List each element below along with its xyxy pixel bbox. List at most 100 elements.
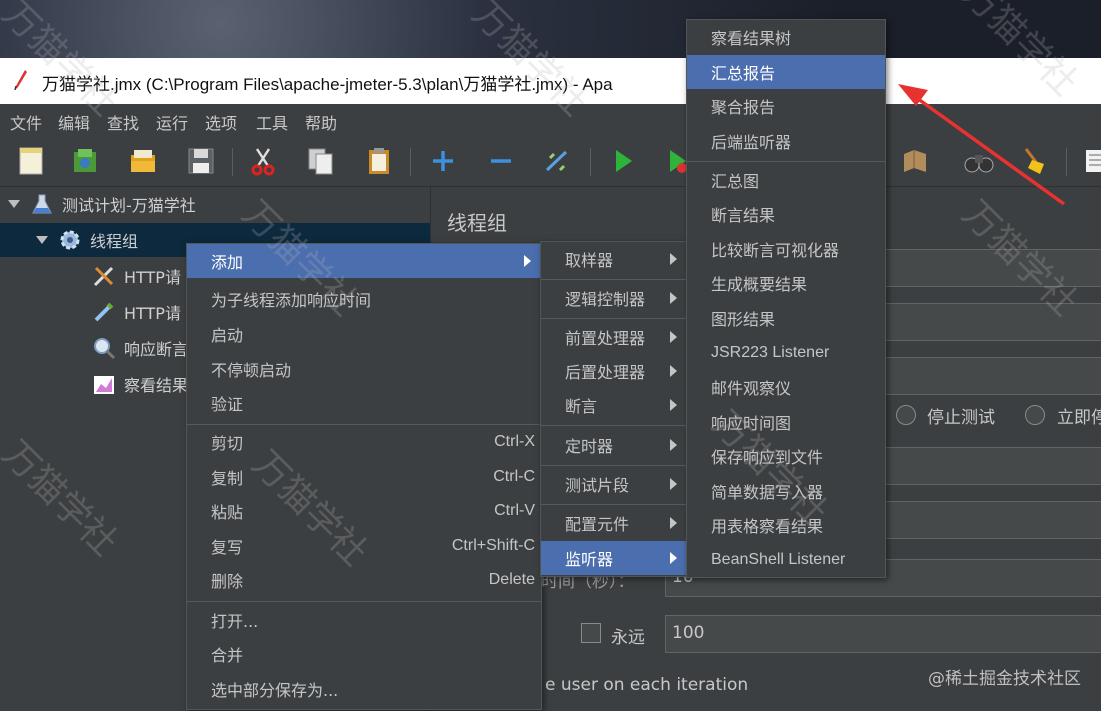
listener-simple-data-writer[interactable]: 简单数据写入器 [687,474,885,508]
listener-summary-graph[interactable]: 汇总图 [687,163,885,197]
menu-item-cut[interactable]: 剪切 Ctrl-X [187,425,541,459]
paste-button[interactable] [362,144,396,178]
menu-file[interactable]: 文件 [10,110,42,134]
submenu-item-pre-processor[interactable]: 前置处理器 [541,320,687,354]
submenu-arrow-icon [524,255,531,267]
chart-icon [94,376,114,394]
listener-backend[interactable]: 后端监听器 [687,124,885,158]
listener-view-results-table[interactable]: 用表格察看结果 [687,508,885,542]
listener-mailer[interactable]: 邮件观察仪 [687,370,885,404]
menu-item-delete[interactable]: 删除 Delete [187,563,541,597]
menu-search[interactable]: 查找 [107,110,139,134]
collapse-all-button[interactable] [484,144,518,178]
listener-aggregate-report[interactable]: 聚合报告 [687,89,885,123]
tree-node-http-2[interactable]: HTTP请 [92,295,181,329]
jmeter-feather-icon [14,70,27,91]
new-file-button[interactable] [14,144,48,178]
tree-node-view-results[interactable]: 察看结果 [92,367,188,401]
menu-help[interactable]: 帮助 [305,110,337,134]
listener-assertion-results[interactable]: 断言结果 [687,197,885,231]
stop-now-radio[interactable] [1025,405,1045,425]
forever-checkbox[interactable] [581,623,601,643]
tree-node-http-1[interactable]: HTTP请 [92,259,181,293]
menu-item-open[interactable]: 打开... [187,603,541,637]
http-request-label: HTTP请 [124,304,181,323]
save-button[interactable] [184,144,218,178]
same-user-label: e user on each iteration [545,675,749,695]
submenu-item-config-element[interactable]: 配置元件 [541,506,687,540]
source-credit: @稀土掘金技术社区 [928,669,1081,689]
submenu-item-logic-controller[interactable]: 逻辑控制器 [541,281,687,315]
open-button[interactable] [126,144,160,178]
listener-beanshell[interactable]: BeanShell Listener [687,543,885,577]
listener-comparison-visualizer[interactable]: 比较断言可视化器 [687,232,885,266]
desktop-background [0,0,1101,58]
copy-icon [308,148,333,175]
listener-view-results-tree[interactable]: 察看结果树 [687,20,885,54]
listener-response-time-graph[interactable]: 响应时间图 [687,405,885,439]
save-disk-icon [188,148,214,174]
menu-options[interactable]: 选项 [205,110,237,134]
menu-item-copy[interactable]: 复制 Ctrl-C [187,460,541,494]
annotation-arrow-icon [898,84,1066,206]
tree-node-response-assertion[interactable]: 响应断言 [92,331,188,365]
listener-submenu: 察看结果树 汇总报告 聚合报告 后端监听器 汇总图 断言结果 比较断言可视化器 … [686,19,886,578]
listener-jsr223[interactable]: JSR223 Listener [687,336,885,370]
templates-icon [74,149,96,172]
menu-run[interactable]: 运行 [156,110,188,134]
add-submenu: 取样器 逻辑控制器 前置处理器 后置处理器 断言 定时器 测试片段 配置元件 监… [540,241,688,577]
window-title: 万猫学社.jmx (C:\Program Files\apache-jmeter… [42,75,613,94]
menu-tools[interactable]: 工具 [256,110,288,134]
expand-arrow-icon[interactable] [8,200,20,208]
open-folder-icon [131,150,155,172]
forever-label: 永远 [611,628,645,648]
listener-save-responses[interactable]: 保存响应到文件 [687,439,885,473]
submenu-item-listener[interactable]: 监听器 [541,541,687,575]
templates-button[interactable] [68,144,102,178]
submenu-item-sampler[interactable]: 取样器 [541,242,687,276]
menu-item-add[interactable]: 添加 [187,244,541,278]
menu-item-merge[interactable]: 合并 [187,637,541,671]
expand-all-button[interactable] [426,144,460,178]
submenu-item-assertion[interactable]: 断言 [541,388,687,422]
expand-arrow-icon[interactable] [36,236,48,244]
test-plan-label: 测试计划-万猫学社 [62,196,196,215]
cut-button[interactable] [246,144,280,178]
magnifier-icon [94,338,116,360]
thread-group-label: 线程组 [90,232,139,251]
submenu-item-post-processor[interactable]: 后置处理器 [541,354,687,388]
stop-now-label: 立即停 [1057,408,1101,428]
submenu-item-test-fragment[interactable]: 测试片段 [541,467,687,501]
menu-item-add-response-time[interactable]: 为子线程添加响应时间 [187,282,541,316]
menu-item-start[interactable]: 启动 [187,317,541,351]
panel-title: 线程组 [447,211,507,235]
menu-item-save-selection-as[interactable]: 选中部分保存为... [187,672,541,706]
submenu-item-timer[interactable]: 定时器 [541,428,687,462]
start-button[interactable] [606,144,640,178]
listener-summary-report[interactable]: 汇总报告 [687,55,885,89]
menu-item-paste[interactable]: 粘贴 Ctrl-V [187,494,541,528]
gear-icon [60,230,80,250]
copy-button[interactable] [304,144,338,178]
menu-item-duplicate[interactable]: 复写 Ctrl+Shift-C [187,529,541,563]
toggle-wand-icon [545,150,568,172]
context-menu: 添加 为子线程添加响应时间 启动 不停顿启动 验证 剪切 Ctrl-X 复制 Ctr… [186,243,542,710]
pipette-icon [94,302,114,322]
tree-node-test-plan[interactable]: 测试计划-万猫学社 [8,187,428,221]
view-results-label: 察看结果 [124,376,189,395]
menu-item-start-no-pause[interactable]: 不停顿启动 [187,352,541,386]
sampler-tools-icon [93,266,114,287]
toggle-button[interactable] [540,144,574,178]
flask-icon [32,194,52,214]
list-button[interactable] [1078,144,1101,178]
stop-test-radio[interactable] [896,405,916,425]
new-file-icon [19,147,43,175]
clipboard-icon [369,148,389,174]
listener-graph-results[interactable]: 图形结果 [687,301,885,335]
menu-item-validate[interactable]: 验证 [187,386,541,420]
listener-generate-summary[interactable]: 生成概要结果 [687,266,885,300]
menu-edit[interactable]: 编辑 [58,110,90,134]
plus-icon [433,151,453,171]
loop-count-field[interactable]: 100 [665,615,1101,653]
minus-icon [491,159,511,163]
